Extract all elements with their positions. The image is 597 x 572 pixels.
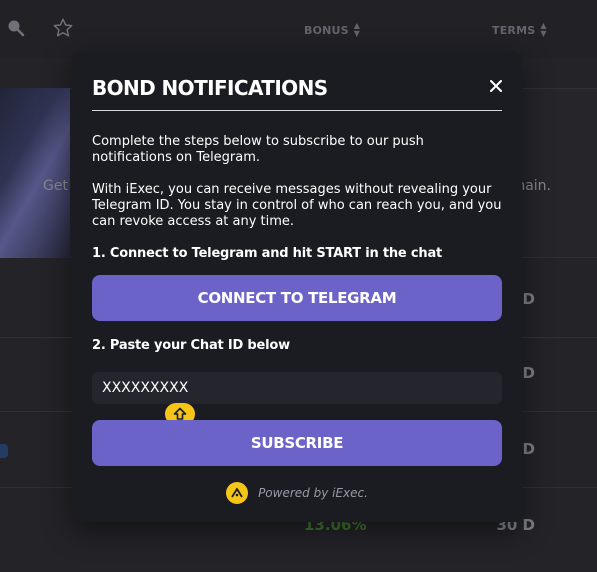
iexec-logo-icon: [226, 482, 249, 504]
connect-telegram-button[interactable]: CONNECT TO TELEGRAM: [92, 275, 502, 321]
chat-id-input[interactable]: [92, 372, 502, 404]
close-icon: [490, 80, 502, 92]
intro-text: Complete the steps below to subscribe to…: [92, 134, 424, 165]
title-divider: [92, 110, 502, 111]
step2-label: 2. Paste your Chat ID below: [92, 338, 290, 353]
close-button[interactable]: [486, 76, 506, 96]
modal-title: BOND NOTIFICATIONS: [92, 76, 328, 100]
powered-by-footer: Powered by iExec.: [72, 482, 522, 504]
step1-label: 1. Connect to Telegram and hit START in …: [92, 246, 443, 261]
autofill-icon: [173, 407, 187, 420]
bond-notifications-modal: BOND NOTIFICATIONS Complete the steps be…: [72, 52, 522, 522]
iexec-info-text: With iExec, you can receive messages wit…: [92, 182, 502, 229]
subscribe-button[interactable]: SUBSCRIBE: [92, 420, 502, 466]
powered-by-text: Powered by iExec.: [258, 486, 368, 500]
